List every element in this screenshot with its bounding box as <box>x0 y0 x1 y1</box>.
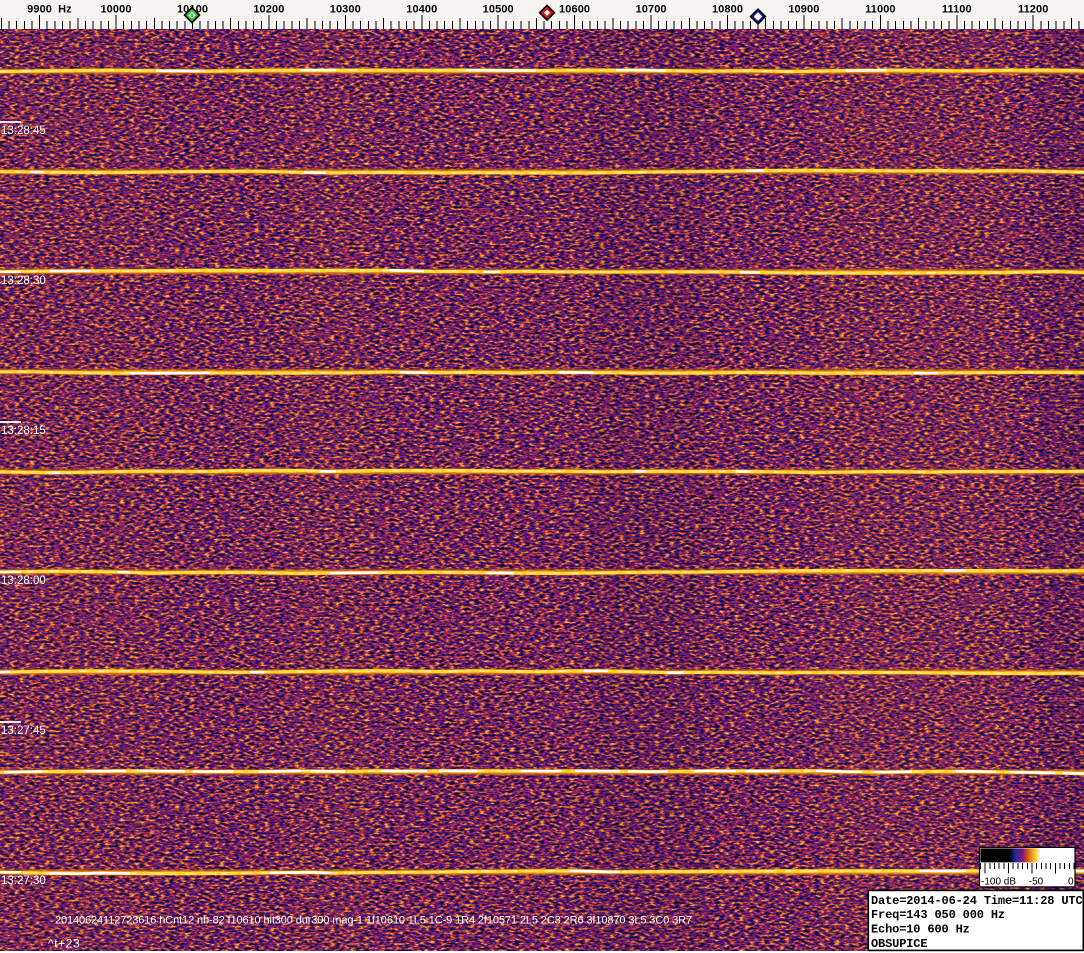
svg-text:9900: 9900 <box>27 3 52 15</box>
svg-text:10300: 10300 <box>330 3 361 15</box>
svg-text:13:27:45: 13:27:45 <box>1 725 46 737</box>
svg-text:10000: 10000 <box>100 3 131 15</box>
svg-text:-100 dB: -100 dB <box>981 877 1016 888</box>
svg-text:13:28:45: 13:28:45 <box>1 125 46 137</box>
svg-text:Date=2014-06-24 Time=11:28 UTC: Date=2014-06-24 Time=11:28 UTC <box>871 894 1083 908</box>
svg-text:10900: 10900 <box>788 3 819 15</box>
svg-text:Hz: Hz <box>58 3 72 15</box>
svg-text:11200: 11200 <box>1018 3 1048 15</box>
svg-text:10200: 10200 <box>253 3 284 15</box>
svg-text:^t+23: ^t+23 <box>48 937 80 951</box>
svg-text:13:28:30: 13:28:30 <box>1 275 46 287</box>
svg-text:10500: 10500 <box>483 3 514 15</box>
svg-text:20140624112723616 hCnt12 nb-82: 20140624112723616 hCnt12 nb-82 f10610 hi… <box>55 914 692 926</box>
svg-text:10600: 10600 <box>559 3 590 15</box>
svg-text:Freq=143 050 000 Hz: Freq=143 050 000 Hz <box>871 908 1005 922</box>
svg-text:10700: 10700 <box>636 3 667 15</box>
svg-text:11100: 11100 <box>942 3 972 15</box>
svg-text:13:28:00: 13:28:00 <box>1 575 46 587</box>
svg-text:13:27:30: 13:27:30 <box>1 875 46 887</box>
svg-text:11000: 11000 <box>865 3 895 15</box>
svg-text:-50: -50 <box>1029 877 1044 888</box>
svg-text:10800: 10800 <box>712 3 743 15</box>
svg-text:OBSUPICE: OBSUPICE <box>871 937 927 951</box>
svg-text:13:28:15: 13:28:15 <box>1 425 46 437</box>
svg-text:10400: 10400 <box>406 3 437 15</box>
svg-text:0: 0 <box>1068 877 1074 888</box>
svg-text:Echo=10 600 Hz: Echo=10 600 Hz <box>871 923 970 937</box>
